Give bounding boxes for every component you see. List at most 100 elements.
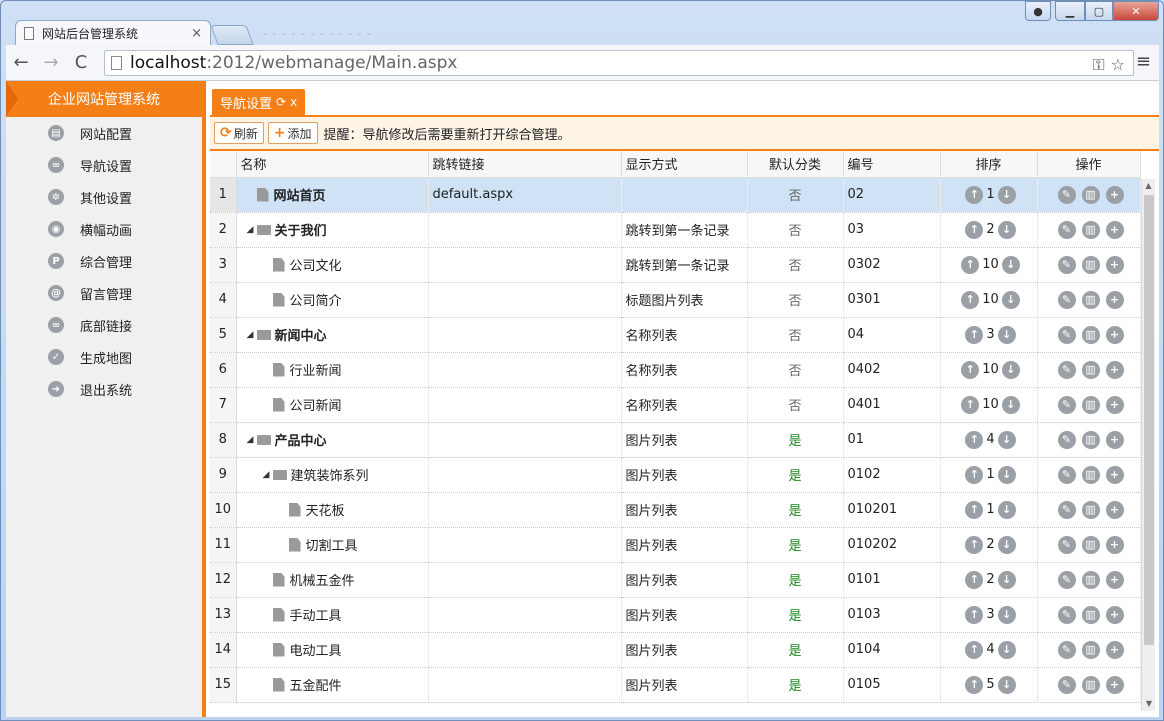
move-up-icon[interactable]: ↑ — [965, 325, 984, 344]
table-row[interactable]: 6 行业新闻 名称列表否 0402 ↑ 10 ↓ ✎ ▥ + — [210, 352, 1141, 388]
close-panel-tab-icon[interactable]: x — [290, 95, 297, 109]
expand-arrow-icon[interactable]: ◢ — [263, 470, 273, 480]
move-down-icon[interactable]: ↓ — [1001, 290, 1020, 309]
edit-icon[interactable]: ✎ — [1057, 255, 1076, 274]
delete-icon[interactable]: ▥ — [1081, 220, 1100, 239]
add-child-icon[interactable]: + — [1105, 185, 1124, 204]
expand-arrow-icon[interactable]: ◢ — [247, 330, 257, 340]
move-down-icon[interactable]: ↓ — [997, 535, 1016, 554]
edit-icon[interactable]: ✎ — [1057, 290, 1076, 309]
edit-icon[interactable]: ✎ — [1057, 325, 1076, 344]
header-link[interactable]: 跳转链接 — [428, 151, 622, 178]
scroll-thumb[interactable] — [1144, 195, 1154, 645]
move-up-icon[interactable]: ↑ — [965, 430, 984, 449]
edit-icon[interactable]: ✎ — [1057, 675, 1076, 694]
move-down-icon[interactable]: ↓ — [997, 220, 1016, 239]
edit-icon[interactable]: ✎ — [1057, 605, 1076, 624]
sidebar-item[interactable]: ➜ 退出系统 — [6, 373, 202, 405]
add-child-icon[interactable]: + — [1105, 640, 1124, 659]
edit-icon[interactable]: ✎ — [1057, 640, 1076, 659]
delete-icon[interactable]: ▥ — [1081, 395, 1100, 414]
move-up-icon[interactable]: ↑ — [961, 255, 980, 274]
menu-icon[interactable]: ≡ — [1136, 51, 1151, 72]
table-row[interactable]: 2 ◢ 关于我们 跳转到第一条记录否 03 ↑ 2 ↓ ✎ ▥ + — [210, 212, 1141, 248]
header-default[interactable]: 默认分类 — [747, 151, 844, 178]
move-up-icon[interactable]: ↑ — [965, 640, 984, 659]
table-row[interactable]: 1 网站首页 default.aspx 否 02 ↑ 1 ↓ ✎ ▥ + — [210, 177, 1141, 213]
delete-icon[interactable]: ▥ — [1081, 640, 1100, 659]
add-child-icon[interactable]: + — [1105, 675, 1124, 694]
expand-arrow-icon[interactable]: ◢ — [247, 435, 257, 445]
add-child-icon[interactable]: + — [1105, 255, 1124, 274]
user-icon[interactable]: ● — [1025, 1, 1051, 21]
delete-icon[interactable]: ▥ — [1081, 465, 1100, 484]
delete-icon[interactable]: ▥ — [1081, 535, 1100, 554]
move-up-icon[interactable]: ↑ — [965, 465, 984, 484]
delete-icon[interactable]: ▥ — [1081, 290, 1100, 309]
edit-icon[interactable]: ✎ — [1057, 360, 1076, 379]
edit-icon[interactable]: ✎ — [1057, 570, 1076, 589]
move-down-icon[interactable]: ↓ — [997, 500, 1016, 519]
move-up-icon[interactable]: ↑ — [961, 360, 980, 379]
move-down-icon[interactable]: ↓ — [997, 675, 1016, 694]
move-up-icon[interactable]: ↑ — [965, 220, 984, 239]
add-child-icon[interactable]: + — [1105, 500, 1124, 519]
delete-icon[interactable]: ▥ — [1081, 500, 1100, 519]
address-bar[interactable]: localhost:2012/webmanage/Main.aspx ⚿ ☆ — [104, 50, 1134, 76]
add-child-icon[interactable]: + — [1105, 430, 1124, 449]
edit-icon[interactable]: ✎ — [1057, 185, 1076, 204]
vertical-scrollbar[interactable]: ▲ ▼ — [1141, 179, 1155, 711]
move-down-icon[interactable]: ↓ — [997, 640, 1016, 659]
scroll-up-icon[interactable]: ▲ — [1142, 179, 1155, 193]
move-up-icon[interactable]: ↑ — [961, 290, 980, 309]
header-mode[interactable]: 显示方式 — [621, 151, 748, 178]
table-row[interactable]: 13 手动工具 图片列表是 0103 ↑ 3 ↓ ✎ ▥ + — [210, 597, 1141, 633]
delete-icon[interactable]: ▥ — [1081, 360, 1100, 379]
table-row[interactable]: 14 电动工具 图片列表是 0104 ↑ 4 ↓ ✎ ▥ + — [210, 632, 1141, 668]
sidebar-item[interactable]: ✲ 其他设置 — [6, 181, 202, 213]
move-up-icon[interactable]: ↑ — [965, 605, 984, 624]
move-up-icon[interactable]: ↑ — [965, 675, 984, 694]
forward-button[interactable]: → — [36, 52, 66, 73]
add-child-icon[interactable]: + — [1105, 220, 1124, 239]
delete-icon[interactable]: ▥ — [1081, 605, 1100, 624]
add-child-icon[interactable]: + — [1105, 290, 1124, 309]
sidebar-item[interactable]: P 综合管理 — [6, 245, 202, 277]
edit-icon[interactable]: ✎ — [1057, 395, 1076, 414]
header-code[interactable]: 编号 — [843, 151, 941, 178]
add-child-icon[interactable]: + — [1105, 535, 1124, 554]
key-icon[interactable]: ⚿ — [1092, 55, 1104, 75]
add-child-icon[interactable]: + — [1105, 325, 1124, 344]
move-up-icon[interactable]: ↑ — [965, 500, 984, 519]
delete-icon[interactable]: ▥ — [1081, 325, 1100, 344]
refresh-button[interactable]: ⟳ 刷新 — [214, 122, 264, 144]
table-row[interactable]: 11 切割工具 图片列表是 010202 ↑ 2 ↓ ✎ ▥ + — [210, 527, 1141, 563]
browser-tab[interactable]: 网站后台管理系统 × — [15, 20, 211, 46]
move-down-icon[interactable]: ↓ — [997, 570, 1016, 589]
expand-arrow-icon[interactable]: ◢ — [247, 225, 257, 235]
table-row[interactable]: 8 ◢ 产品中心 图片列表是 01 ↑ 4 ↓ ✎ ▥ + — [210, 422, 1141, 458]
add-button[interactable]: + 添加 — [267, 122, 318, 144]
maximize-button[interactable]: ▢ — [1085, 1, 1113, 21]
move-down-icon[interactable]: ↓ — [997, 430, 1016, 449]
add-child-icon[interactable]: + — [1105, 605, 1124, 624]
edit-icon[interactable]: ✎ — [1057, 465, 1076, 484]
header-order[interactable]: 排序 — [940, 151, 1038, 178]
close-tab-icon[interactable]: × — [191, 26, 202, 41]
move-up-icon[interactable]: ↑ — [965, 535, 984, 554]
table-row[interactable]: 15 五金配件 图片列表是 0105 ↑ 5 ↓ ✎ ▥ + — [210, 667, 1141, 703]
move-down-icon[interactable]: ↓ — [1001, 395, 1020, 414]
add-child-icon[interactable]: + — [1105, 465, 1124, 484]
table-row[interactable]: 3 公司文化 跳转到第一条记录否 0302 ↑ 10 ↓ ✎ ▥ + — [210, 247, 1141, 283]
move-down-icon[interactable]: ↓ — [997, 605, 1016, 624]
refresh-tab-icon[interactable]: ⟳ — [276, 95, 286, 109]
add-child-icon[interactable]: + — [1105, 360, 1124, 379]
new-tab-button[interactable] — [210, 25, 254, 45]
add-child-icon[interactable]: + — [1105, 395, 1124, 414]
delete-icon[interactable]: ▥ — [1081, 570, 1100, 589]
minimize-button[interactable]: ▁ — [1055, 1, 1085, 21]
table-row[interactable]: 9 ◢ 建筑装饰系列 图片列表是 0102 ↑ 1 ↓ ✎ ▥ + — [210, 457, 1141, 493]
delete-icon[interactable]: ▥ — [1081, 255, 1100, 274]
tab-nav-settings[interactable]: 导航设置 ⟳ x — [212, 89, 306, 115]
delete-icon[interactable]: ▥ — [1081, 675, 1100, 694]
